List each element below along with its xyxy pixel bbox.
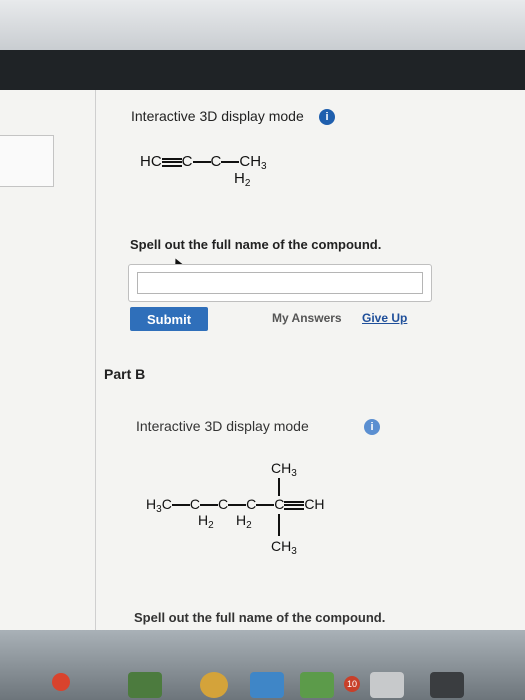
part-b-h2-first: H2 xyxy=(198,512,214,531)
subscript: 2 xyxy=(208,520,214,531)
atom-c: C xyxy=(274,496,285,512)
vertical-bond-top xyxy=(278,478,280,496)
atom-ch: CH xyxy=(271,460,292,476)
badge-count: 10 xyxy=(344,676,360,692)
app-icon[interactable] xyxy=(250,672,284,698)
vertical-bond-bottom xyxy=(278,514,280,536)
subscript: 2 xyxy=(244,178,251,189)
atom-hc: HC xyxy=(140,153,162,170)
part-b-heading: Part B xyxy=(104,366,146,382)
atom-h: H xyxy=(146,496,157,512)
atom-ch: CH xyxy=(304,496,325,512)
app-icon[interactable] xyxy=(300,672,334,698)
notification-icon[interactable] xyxy=(52,673,70,691)
atom-c: C xyxy=(161,496,172,512)
part-b-mode-label: Interactive 3D display mode xyxy=(136,418,309,434)
give-up-link[interactable]: Give Up xyxy=(362,311,407,325)
subscript: 2 xyxy=(246,520,252,531)
subscript: 3 xyxy=(261,161,267,172)
atom-ch3: CH3 xyxy=(239,153,267,172)
part-b-prompt: Spell out the full name of the compound. xyxy=(134,610,386,625)
part-a-h2: H2 xyxy=(234,170,250,189)
single-bond xyxy=(199,504,218,507)
single-bond xyxy=(228,504,247,507)
single-bond xyxy=(221,161,240,164)
subscript: 3 xyxy=(291,546,297,557)
subscript: 3 xyxy=(291,468,297,479)
atom-c1: C xyxy=(181,153,193,170)
my-answers-link[interactable]: My Answers xyxy=(272,311,342,325)
part-a-mode-label: Interactive 3D display mode xyxy=(131,108,304,124)
part-b-h2-second: H2 xyxy=(236,512,252,531)
info-icon[interactable]: i xyxy=(319,109,335,125)
part-b-top-ch3: CH3 xyxy=(271,460,297,479)
atom-ch: CH xyxy=(271,538,292,554)
side-panel-box xyxy=(0,135,54,187)
submit-button[interactable]: Submit xyxy=(130,307,208,331)
atom-c: C xyxy=(217,496,229,512)
single-bond xyxy=(256,504,275,507)
part-a-prompt: Spell out the full name of the compound. xyxy=(130,237,382,252)
app-icon[interactable] xyxy=(128,672,162,698)
atom-h: H xyxy=(236,512,247,528)
triple-bond xyxy=(161,157,182,167)
browser-top-bar xyxy=(0,0,525,50)
atom-c2: C xyxy=(210,153,222,170)
app-icon[interactable] xyxy=(200,672,228,698)
part-b-bottom-ch3: CH3 xyxy=(271,538,297,557)
atom-c: C xyxy=(246,496,257,512)
atom-c: C xyxy=(189,496,200,512)
header-band xyxy=(0,50,525,90)
single-bond xyxy=(171,504,190,507)
atom-h: H xyxy=(198,512,209,528)
triple-bond xyxy=(284,500,305,510)
info-icon[interactable]: i xyxy=(364,419,380,435)
atom-h: H xyxy=(234,170,245,187)
content-divider xyxy=(95,90,96,630)
app-icon[interactable] xyxy=(430,672,464,698)
atom-ch: CH xyxy=(239,153,262,170)
app-icon[interactable] xyxy=(370,672,404,698)
answer-box xyxy=(128,264,432,302)
single-bond xyxy=(192,161,211,164)
answer-input[interactable] xyxy=(137,272,423,294)
